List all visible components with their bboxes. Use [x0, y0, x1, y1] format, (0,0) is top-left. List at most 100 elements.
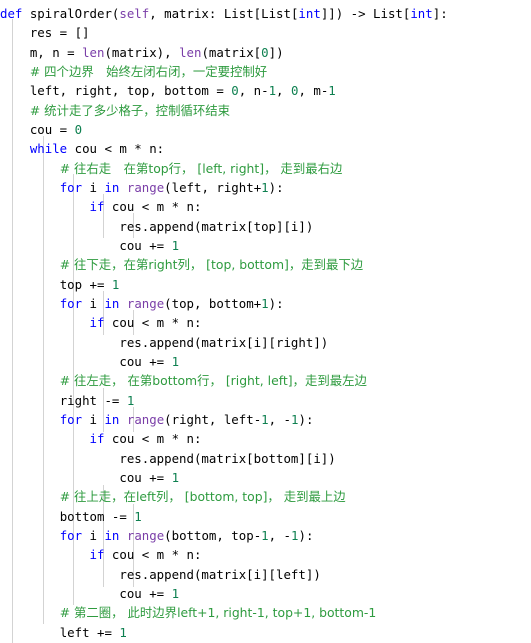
code-token-pln: res.append(matrix[bottom][i])	[119, 450, 336, 466]
code-token-num: 1	[134, 508, 142, 524]
code-token-pln: res.append(matrix[i][right])	[119, 334, 329, 350]
code-line[interactable]: bottom -= 1	[0, 507, 531, 526]
code-token-pln: i	[82, 295, 105, 311]
code-token-pln: (left, right+	[164, 179, 262, 195]
code-line[interactable]: res.append(matrix[i][right])	[0, 333, 531, 352]
code-token-cmt: # 往左走， 在第bottom行， [right, left]，走到最左边	[59, 373, 367, 389]
code-line[interactable]: res = []	[0, 23, 531, 42]
code-line[interactable]: # 往上走，在left列， [bottom, top]， 走到最上边	[0, 487, 531, 506]
code-token-cmt: # 第二圈， 此时边界left+1, right-1, top+1, botto…	[59, 605, 377, 621]
code-token-self: self	[119, 6, 150, 21]
code-line[interactable]: for i in range(right, left-1, -1):	[0, 410, 531, 429]
code-token-pln: cou +=	[119, 237, 172, 253]
code-token-bi: len	[179, 44, 202, 60]
code-token-pln: res.append(matrix[top][i])	[119, 218, 314, 234]
code-line[interactable]: # 往右走 在第top行， [left, right]， 走到最右边	[0, 159, 531, 178]
code-line[interactable]: # 往左走， 在第bottom行， [right, left]，走到最左边	[0, 371, 531, 390]
code-token-pln: (bottom, top-	[164, 527, 262, 543]
code-line[interactable]: res.append(matrix[top][i])	[0, 217, 531, 236]
code-line[interactable]: cou += 1	[0, 468, 531, 487]
code-token-num: 1	[261, 295, 269, 311]
code-token-num: 0	[74, 121, 83, 137]
code-line[interactable]: for i in range(left, right+1):	[0, 178, 531, 197]
code-token-pln: ):	[268, 179, 284, 195]
code-token-bi: range	[126, 411, 165, 427]
code-line[interactable]: for i in range(bottom, top-1, -1):	[0, 526, 531, 545]
code-line[interactable]: cou = 0	[0, 120, 531, 139]
code-line[interactable]: top += 1	[0, 275, 531, 294]
code-token-num: 0	[261, 44, 269, 60]
code-editor[interactable]: def spiralOrder(self, matrix: List[List[…	[0, 0, 531, 643]
code-line[interactable]: right -= 1	[0, 391, 531, 410]
code-content[interactable]: def spiralOrder(self, matrix: List[List[…	[0, 0, 531, 643]
code-token-kw: if	[89, 199, 105, 215]
code-token-pln: res = []	[29, 25, 90, 41]
code-token-num: 1	[126, 392, 135, 408]
code-line[interactable]: while cou < m * n:	[0, 139, 531, 158]
code-token-num: 1	[261, 527, 269, 543]
code-token-num: 1	[261, 179, 269, 195]
code-token-pln: , n-	[238, 83, 269, 99]
code-line[interactable]: # 四个边界 始终左闭右闭，一定要控制好	[0, 62, 531, 81]
code-token-kw: if	[89, 315, 105, 331]
code-token-cmt: # 往下走，在第right列， [top, bottom]，走到最下边	[59, 257, 364, 273]
code-line[interactable]: for i in range(top, bottom+1):	[0, 294, 531, 313]
code-line[interactable]: left, right, top, bottom = 0, n-1, 0, m-…	[0, 81, 531, 100]
code-line[interactable]: if cou < m * n:	[0, 429, 531, 448]
code-line[interactable]: # 第二圈， 此时边界left+1, right-1, top+1, botto…	[0, 603, 531, 622]
code-line[interactable]: cou += 1	[0, 584, 531, 603]
code-line[interactable]: if cou < m * n:	[0, 197, 531, 216]
code-token-pln: cou < m * n:	[104, 199, 202, 215]
code-line[interactable]: # 往下走，在第right列， [top, bottom]，走到最下边	[0, 255, 531, 274]
code-line[interactable]: res.append(matrix[bottom][i])	[0, 449, 531, 468]
code-token-pln: m, n =	[29, 44, 83, 60]
code-token-pln	[119, 412, 126, 427]
code-token-pln: (matrix[	[201, 44, 262, 60]
code-token-pln: ]]) -> List[	[320, 6, 411, 21]
code-token-pln	[119, 296, 126, 311]
code-token-pln: i	[82, 179, 105, 195]
code-token-num: 1	[171, 237, 180, 253]
code-line[interactable]: if cou < m * n:	[0, 313, 531, 332]
code-token-pln: cou < m * n:	[67, 141, 165, 157]
code-token-pln: ])	[268, 44, 284, 60]
code-token-pln: cou =	[29, 121, 75, 137]
code-token-num: 1	[261, 411, 269, 427]
code-token-kw: if	[89, 547, 105, 563]
code-line[interactable]: cou += 1	[0, 236, 531, 255]
code-line[interactable]: res.append(matrix[i][left])	[0, 565, 531, 584]
code-token-kw: int	[298, 6, 321, 21]
code-line[interactable]: # 统计走了多少格子，控制循环结束	[0, 101, 531, 120]
code-token-pln: , m-	[298, 83, 329, 99]
code-token-num: 1	[119, 624, 127, 640]
code-line[interactable]: left += 1	[0, 623, 531, 642]
code-token-num: 1	[111, 276, 120, 292]
code-token-num: 1	[171, 469, 180, 485]
code-token-pln	[119, 528, 126, 543]
code-line[interactable]: cou += 1	[0, 352, 531, 371]
code-token-pln: ):	[268, 295, 284, 311]
code-token-pln: bottom -=	[59, 508, 135, 524]
code-token-bi: range	[126, 179, 165, 195]
code-token-pln: ]:	[432, 6, 448, 21]
code-token-kw: in	[104, 179, 120, 195]
code-token-kw: for	[59, 295, 83, 311]
code-line[interactable]: if cou < m * n:	[0, 545, 531, 564]
code-line[interactable]: m, n = len(matrix), len(matrix[0])	[0, 43, 531, 62]
code-line[interactable]: def spiralOrder(self, matrix: List[List[…	[0, 4, 531, 23]
